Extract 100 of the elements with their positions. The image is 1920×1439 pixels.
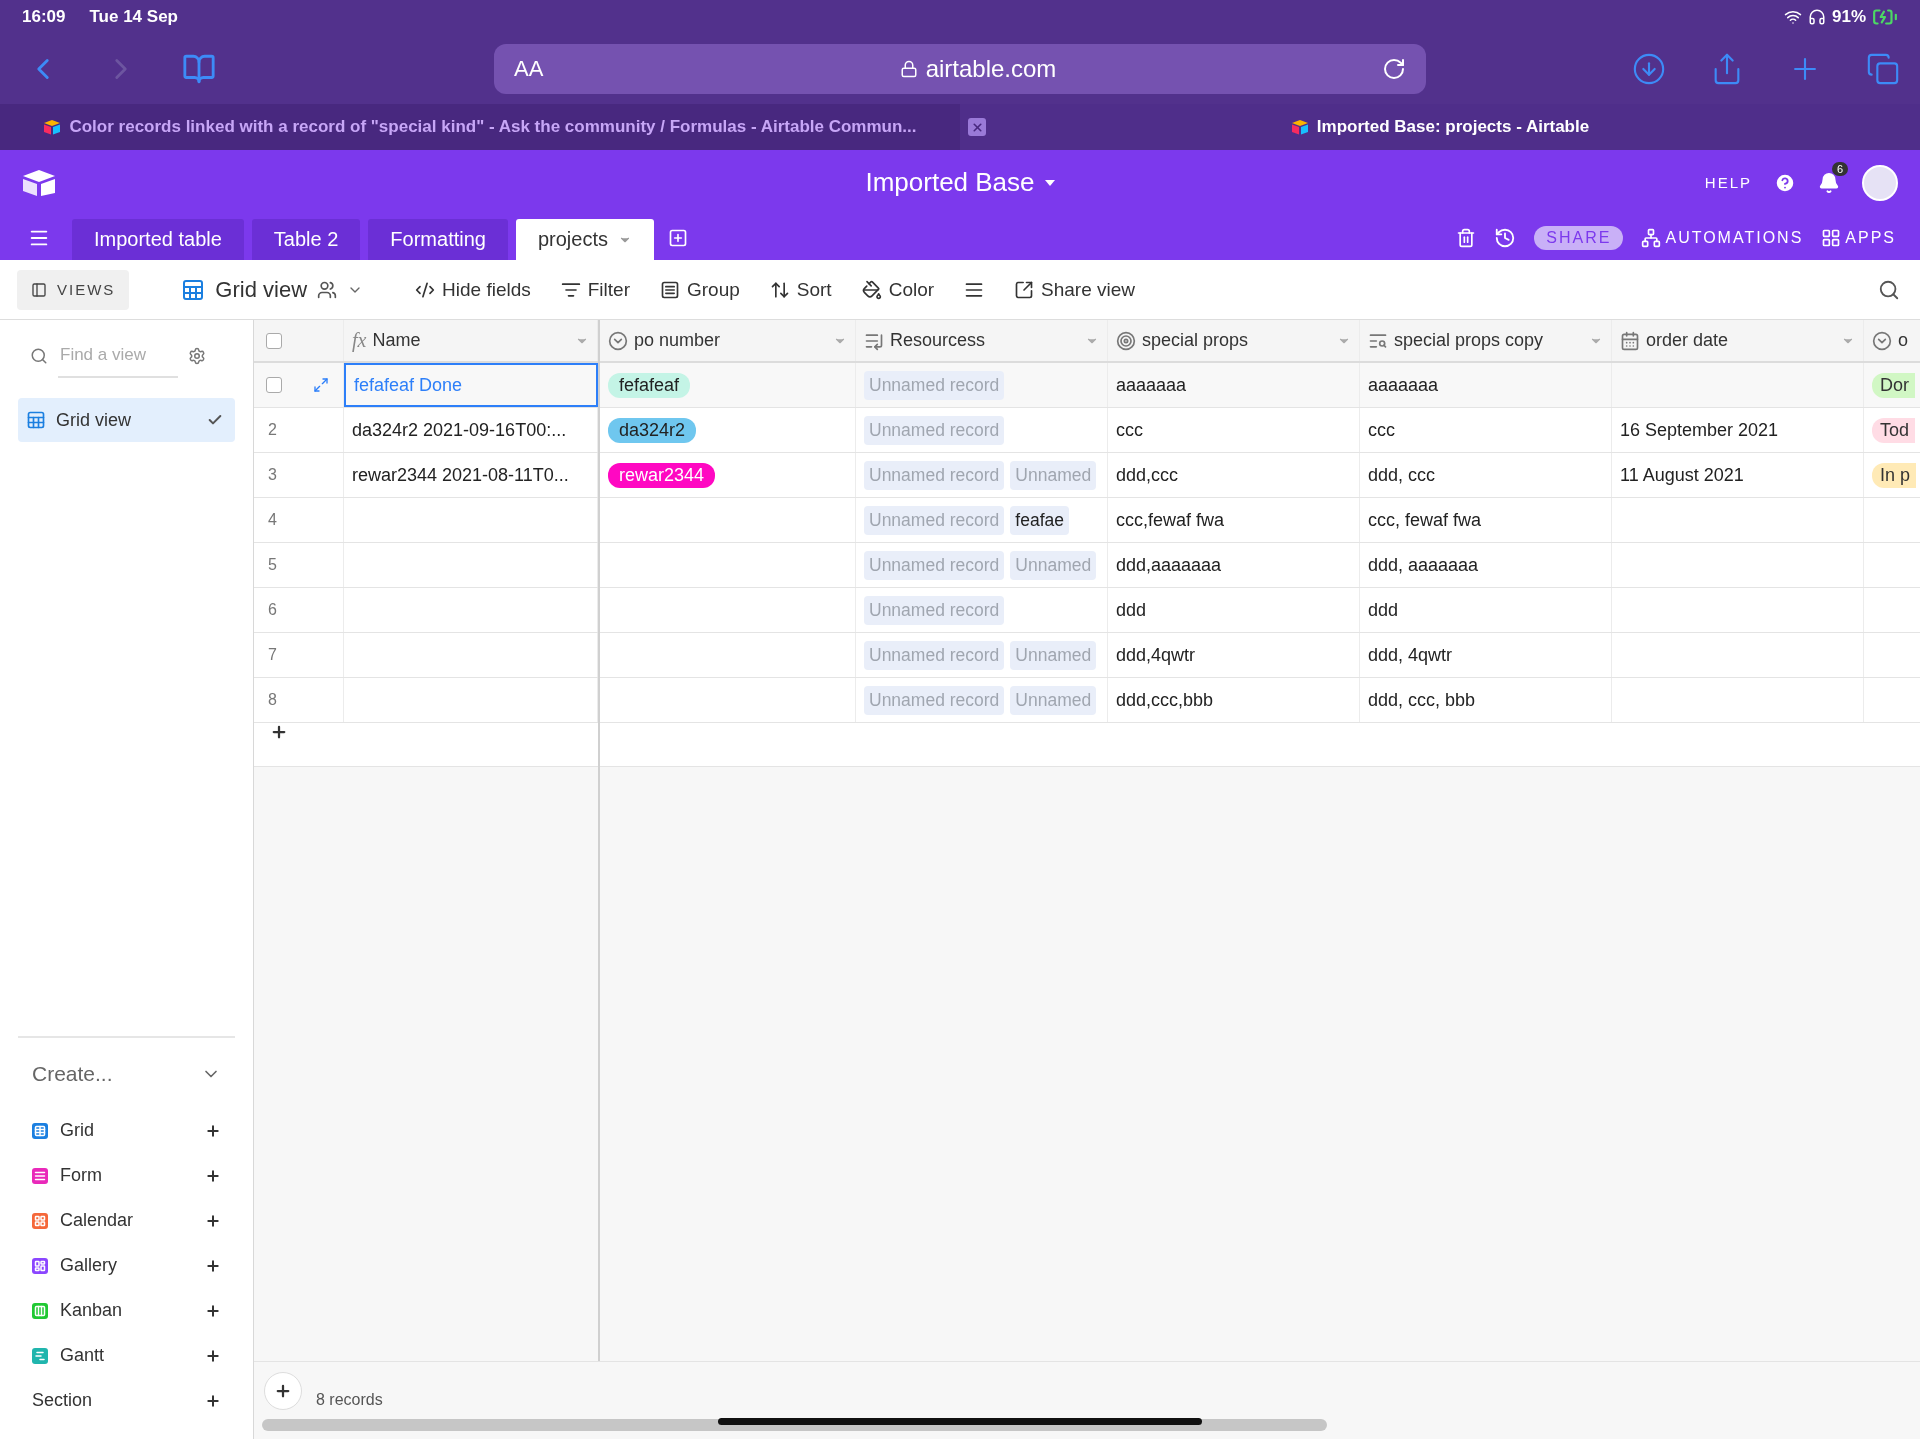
address-bar[interactable]: AA airtable.com	[494, 44, 1426, 94]
plus-icon	[270, 723, 288, 741]
record-count: 8 records	[316, 1390, 383, 1409]
toolbar-button[interactable]: Share view	[1014, 278, 1136, 301]
column-header[interactable]: order date	[1612, 320, 1864, 361]
plus-icon	[205, 1302, 221, 1319]
add-button[interactable]	[264, 1371, 302, 1410]
notification-bell-icon[interactable]	[1818, 171, 1840, 194]
table-cell-text: ddd,ccc	[1116, 464, 1179, 486]
create-view-item[interactable]: Grid	[18, 1108, 235, 1153]
base-title[interactable]: Imported Base	[859, 166, 1061, 199]
create-view-item[interactable]: Gantt	[18, 1333, 235, 1378]
caret-icon	[1044, 179, 1055, 186]
add-table-icon[interactable]	[668, 227, 688, 248]
view-list-item[interactable]: Grid view	[18, 398, 235, 442]
tabs-icon[interactable]	[1866, 52, 1900, 86]
headphones-icon	[1807, 8, 1826, 26]
trash-icon[interactable]	[1456, 227, 1477, 248]
linked-record-chip[interactable]: feafae	[1010, 505, 1069, 535]
rollup-icon	[1116, 330, 1136, 351]
table-cell-text: ccc	[1368, 419, 1395, 441]
create-menu[interactable]: Create...	[18, 1062, 235, 1086]
grid-icon	[181, 277, 206, 302]
table-cell-text: ccc	[1116, 419, 1143, 441]
sidebar-icon	[31, 281, 47, 298]
select-all-checkbox[interactable]	[266, 332, 282, 349]
apps-button[interactable]: APPS	[1821, 227, 1896, 248]
user-avatar[interactable]	[1862, 164, 1898, 201]
name-cell[interactable]: fefafeaf Done	[344, 363, 598, 407]
cube-logo-icon[interactable]	[22, 168, 56, 197]
create-view-item[interactable]: Kanban	[18, 1288, 235, 1333]
name-cell[interactable]: rewar2344 2021-08-11T0...	[344, 453, 598, 497]
toolbar-button[interactable]: Color	[861, 278, 935, 301]
toolbar-button[interactable]: Filter	[560, 278, 630, 301]
table-cell-text: aaaaaaa	[1116, 374, 1187, 396]
create-view-item[interactable]: Form	[18, 1153, 235, 1198]
help-icon[interactable]	[1774, 171, 1796, 194]
plus-icon	[205, 1347, 221, 1364]
name-cell[interactable]: da324r2 2021-09-16T00:...	[344, 408, 598, 452]
browser-tab[interactable]: Imported Base: projects - Airtable	[960, 104, 1920, 150]
lock-icon	[899, 60, 918, 78]
table-cell-text: ddd	[1116, 599, 1147, 621]
help-link[interactable]: HELP	[1704, 174, 1752, 191]
toolbar-button[interactable]: Sort	[769, 278, 832, 301]
create-view-item[interactable]: Gallery	[18, 1243, 235, 1288]
search-icon[interactable]	[1878, 278, 1900, 301]
table-tab[interactable]: Formatting	[368, 219, 508, 260]
table-cell-text: ddd, 4qwtr	[1368, 644, 1453, 666]
date-text: 16 September 2021	[1620, 419, 1779, 441]
download-icon[interactable]	[1632, 52, 1666, 86]
table-cell-text: ddd,aaaaaaa	[1116, 554, 1222, 576]
table-cell-text: ddd, ccc, bbb	[1368, 689, 1476, 711]
table-cell-text: ccc,fewaf fwa	[1116, 509, 1225, 531]
plus-icon	[205, 1392, 221, 1409]
single-select-icon	[608, 330, 628, 351]
column-header[interactable]: special props	[1108, 320, 1360, 361]
option-tag: da324r2	[608, 417, 697, 443]
table-cell-text: ddd,ccc,bbb	[1116, 689, 1214, 711]
row-number: 3	[267, 466, 277, 484]
plus-icon	[205, 1212, 221, 1229]
row-checkbox[interactable]	[266, 377, 282, 393]
row-number: 5	[267, 556, 277, 574]
table-tab[interactable]: Table 2	[251, 219, 361, 260]
battery-percent: 91%	[1831, 7, 1866, 27]
toolbar-button[interactable]: Hide fields	[415, 278, 531, 301]
option-tag: fefafeaf	[608, 372, 691, 398]
url-text: airtable.com	[925, 55, 1057, 83]
formula-icon: fx	[352, 329, 367, 352]
table-cell-text: ddd, ccc	[1368, 464, 1436, 486]
expand-icon[interactable]	[313, 377, 329, 393]
single-select-icon	[1872, 330, 1892, 351]
grid-icon	[26, 410, 46, 430]
column-header[interactable]: o	[1864, 320, 1920, 361]
text-size-button[interactable]: AA	[514, 56, 574, 82]
reload-icon[interactable]	[1382, 57, 1406, 81]
automations-button[interactable]: AUTOMATIONS	[1641, 227, 1804, 248]
status-tag: In p	[1872, 462, 1917, 488]
row-number: 2	[267, 421, 277, 439]
row-number: 4	[267, 511, 277, 529]
toolbar-button[interactable]: Group	[660, 278, 740, 301]
column-header[interactable]: Resourcess	[856, 320, 1108, 361]
create-view-item[interactable]: Calendar	[18, 1198, 235, 1243]
history-icon[interactable]	[1494, 226, 1517, 249]
close-icon[interactable]	[968, 118, 986, 136]
table-tab[interactable]: projects	[515, 219, 654, 260]
plus-icon	[205, 1122, 221, 1139]
views-button[interactable]: VIEWS	[17, 269, 130, 310]
create-section-item[interactable]: Section	[18, 1378, 235, 1423]
row-number: 6	[267, 601, 277, 619]
table-cell-text: ddd,4qwtr	[1116, 644, 1196, 666]
column-header[interactable]: fx Name	[344, 320, 598, 361]
column-header[interactable]: po number	[600, 320, 856, 361]
status-tag: Tod	[1872, 417, 1916, 443]
table-tab[interactable]: Imported table	[72, 219, 244, 260]
notification-count: 6	[1831, 161, 1848, 176]
column-header[interactable]: special props copy	[1360, 320, 1612, 361]
settings-icon[interactable]	[188, 347, 206, 365]
cube-logo-icon	[1290, 119, 1309, 135]
view-switcher[interactable]: Grid view	[175, 275, 370, 304]
bookmarks-icon[interactable]	[182, 52, 216, 86]
